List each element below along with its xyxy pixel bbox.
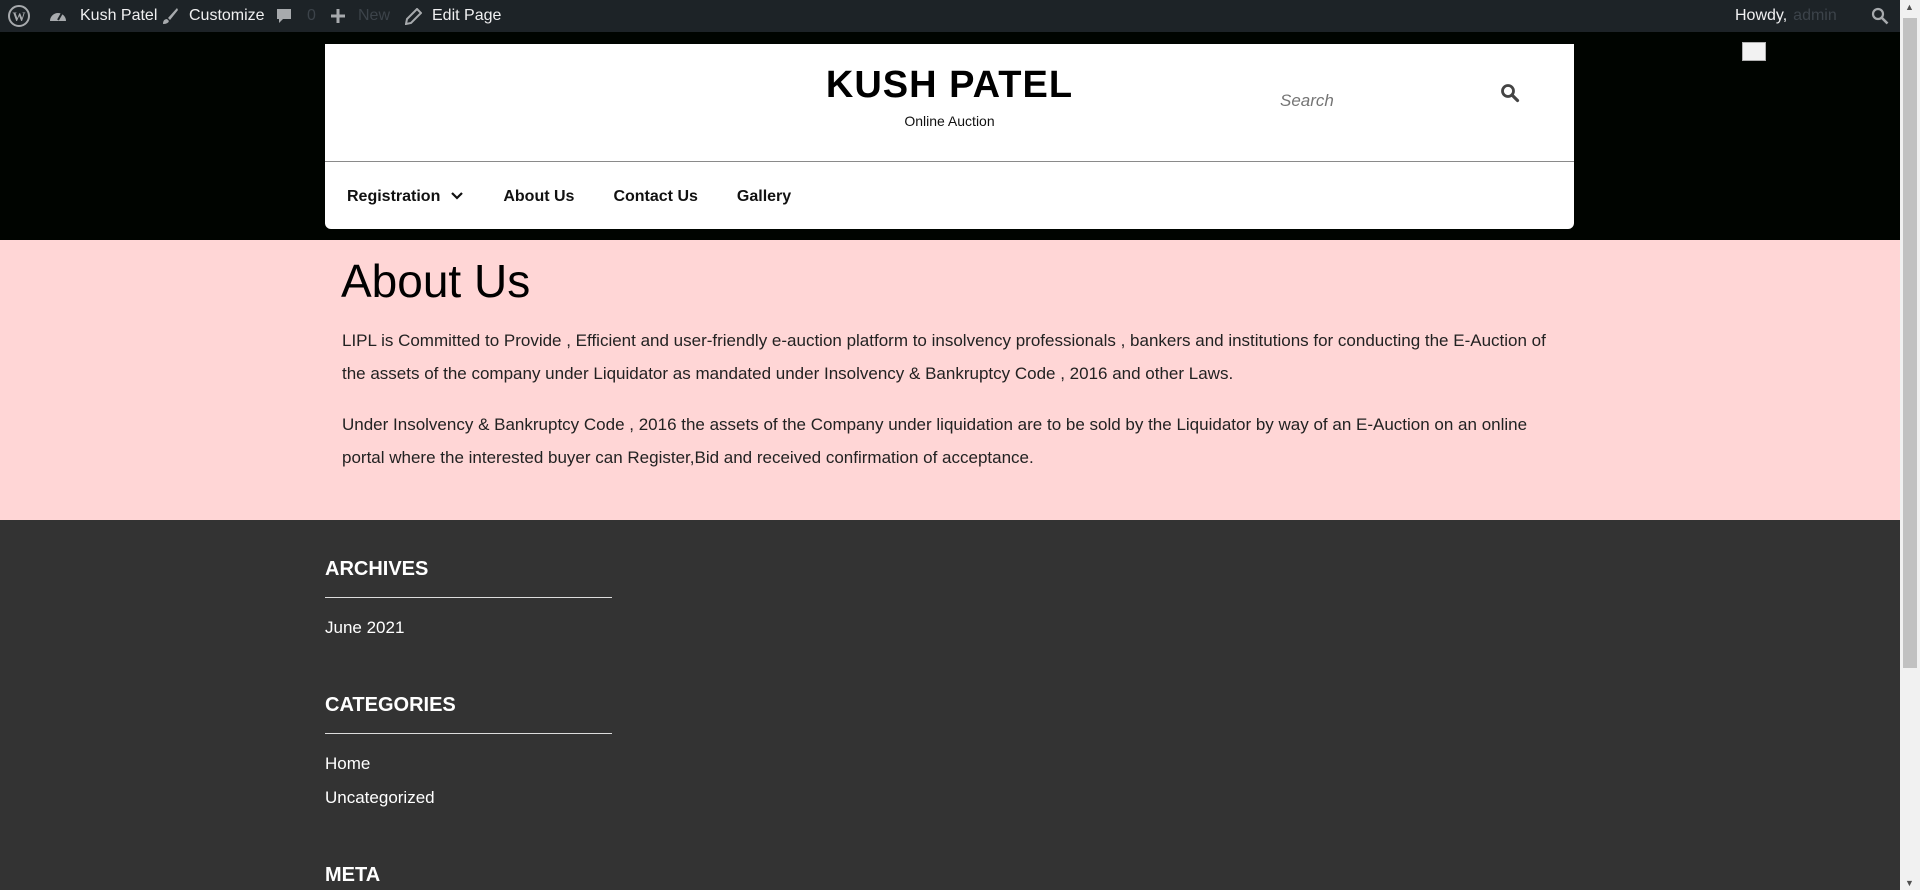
widget-divider — [325, 733, 612, 734]
scroll-down-arrow-icon[interactable]: ▼ — [1905, 878, 1914, 888]
nav-item-registration[interactable]: Registration — [347, 188, 464, 206]
nav-item-about-us[interactable]: About Us — [503, 188, 574, 206]
pencil-icon — [405, 7, 422, 25]
wordpress-logo-icon[interactable]: W — [8, 5, 30, 27]
category-link-home[interactable]: Home — [325, 754, 370, 774]
content-paragraph: LIPL is Committed to Provide , Efficient… — [342, 331, 1546, 383]
site-footer: ARCHIVES June 2021 CATEGORIES Home Uncat… — [0, 520, 1900, 890]
archives-widget-title: ARCHIVES — [325, 558, 429, 580]
chevron-down-icon[interactable] — [450, 188, 464, 206]
edit-page-label[interactable]: Edit Page — [432, 7, 501, 25]
search-button[interactable] — [1496, 81, 1524, 109]
primary-navigation: Registration About Us Contact Us Gallery — [347, 182, 830, 212]
content-paragraph: Under Insolvency & Bankruptcy Code , 201… — [342, 415, 1528, 467]
nav-item-label[interactable]: Gallery — [737, 188, 791, 206]
plus-icon — [330, 8, 346, 24]
category-link-uncategorized[interactable]: Uncategorized — [325, 788, 435, 808]
search-icon[interactable] — [1871, 7, 1889, 25]
nav-item-label[interactable]: Registration — [347, 188, 440, 206]
customize-label[interactable]: Customize — [189, 7, 265, 25]
admin-bar: W Kush Patel Customize 0 New Edit Page H… — [0, 0, 1900, 32]
my-account-menu[interactable]: Howdy, admin — [1735, 0, 1837, 32]
dashboard-icon — [48, 7, 68, 25]
comment-bubble-icon — [275, 7, 293, 25]
header-divider — [325, 161, 1574, 162]
scrollbar-thumb[interactable] — [1903, 18, 1917, 668]
archive-link[interactable]: June 2021 — [325, 618, 404, 638]
nav-item-contact-us[interactable]: Contact Us — [613, 188, 697, 206]
site-name-label[interactable]: Kush Patel — [80, 7, 157, 25]
new-label[interactable]: New — [358, 7, 390, 25]
meta-widget-title: META — [325, 864, 381, 886]
customize-link[interactable]: Customize — [161, 0, 265, 32]
nav-item-gallery[interactable]: Gallery — [737, 188, 791, 206]
search-icon[interactable] — [1500, 83, 1520, 108]
new-content-link[interactable]: New — [330, 0, 390, 32]
broken-image — [1742, 42, 1766, 61]
edit-page-link[interactable]: Edit Page — [405, 0, 501, 32]
username-label[interactable]: admin — [1793, 7, 1837, 25]
widget-divider — [325, 597, 612, 598]
categories-widget-title: CATEGORIES — [325, 694, 456, 716]
search-form — [1280, 86, 1490, 116]
comments-count: 0 — [307, 7, 316, 24]
admin-search-button[interactable] — [1871, 0, 1889, 32]
nav-item-label[interactable]: Contact Us — [613, 188, 697, 206]
howdy-label: Howdy, — [1735, 7, 1788, 24]
comments-link[interactable]: 0 — [275, 0, 316, 32]
site-header: KUSH PATEL Online Auction Registration A… — [325, 44, 1574, 229]
wp-logo-menu[interactable]: W — [8, 0, 30, 32]
page-content: About Us LIPL is Committed to Provide , … — [0, 240, 1900, 520]
page-scrollbar[interactable]: ▲ ▼ — [1900, 0, 1920, 890]
site-name-menu[interactable]: Kush Patel — [48, 0, 157, 32]
svg-text:W: W — [13, 9, 26, 24]
scroll-up-arrow-icon[interactable]: ▲ — [1905, 2, 1914, 12]
nav-item-label[interactable]: About Us — [503, 188, 574, 206]
search-input[interactable] — [1280, 86, 1480, 116]
page-title: About Us — [341, 255, 531, 307]
paintbrush-icon — [161, 7, 179, 25]
